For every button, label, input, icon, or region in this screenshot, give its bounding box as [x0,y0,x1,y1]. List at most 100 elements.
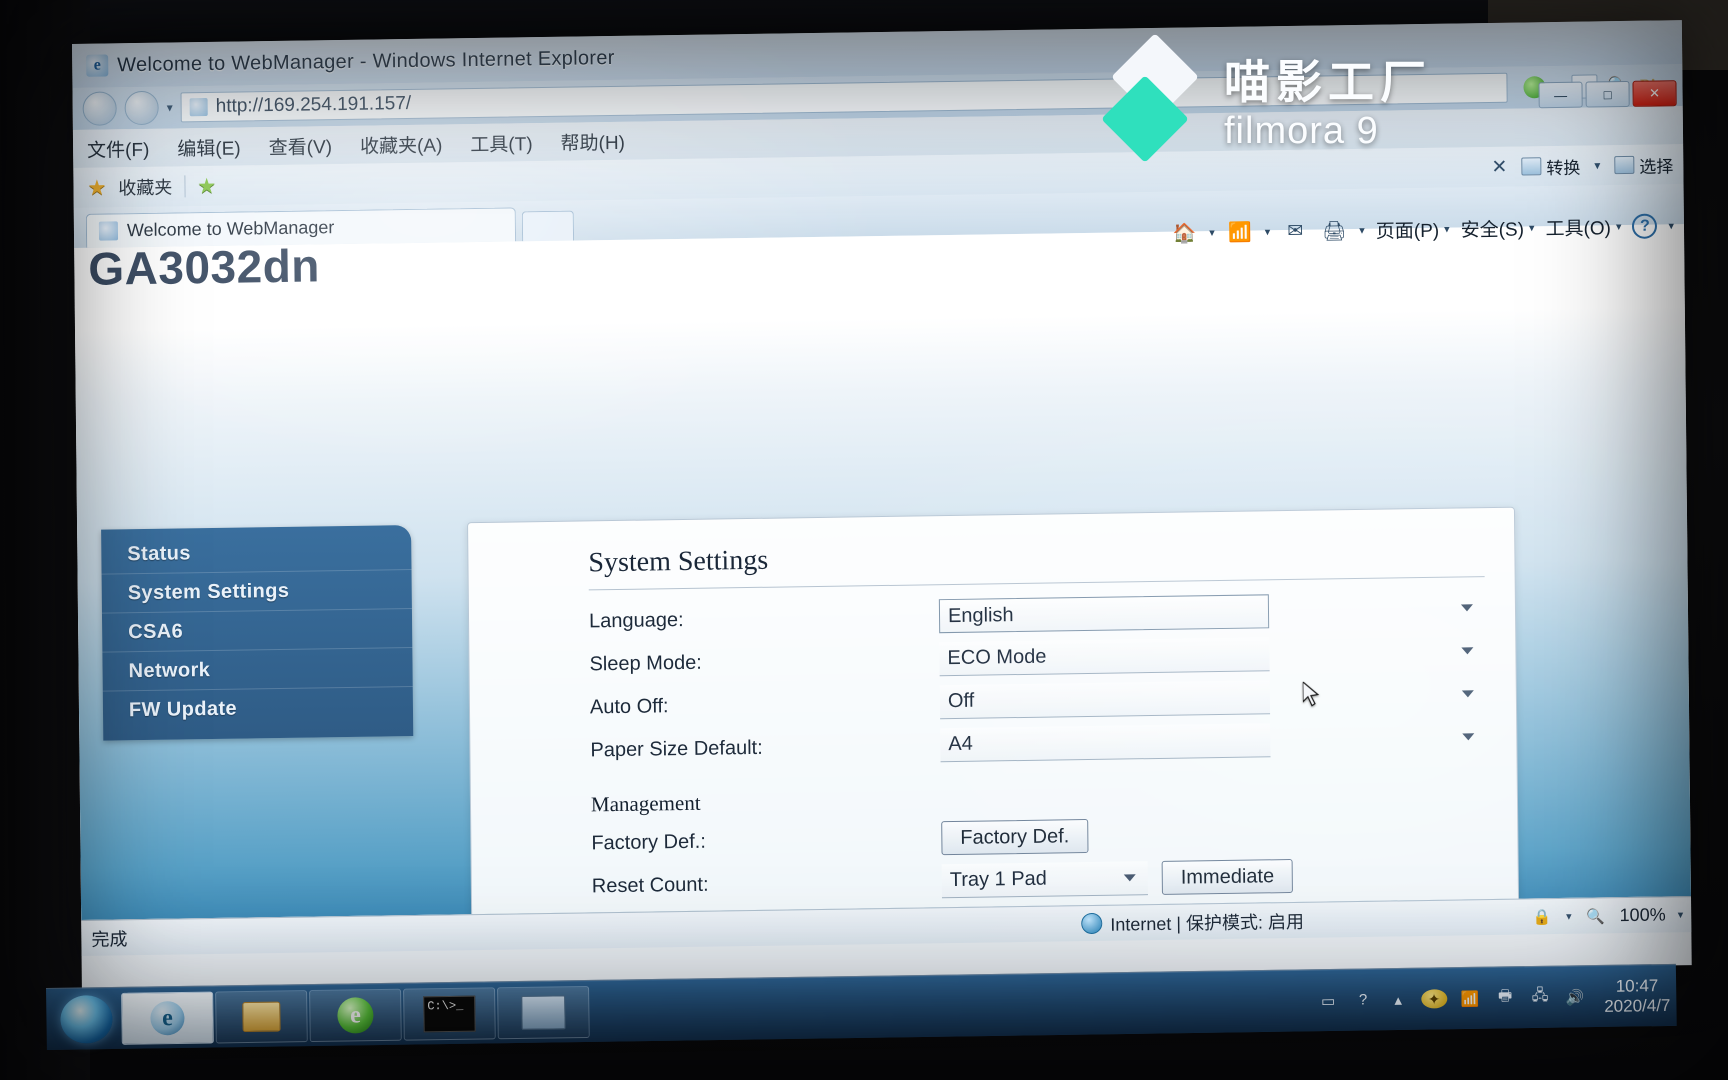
translate-button[interactable]: 转换 [1521,153,1580,179]
zoom-level: 100% [1619,904,1666,926]
print-icon[interactable]: 🖨 [1320,218,1348,244]
zoom-icon[interactable]: 🔍 [1584,906,1608,926]
star-icon[interactable]: ★ [87,175,106,200]
select-icon [1614,155,1635,175]
menu-file[interactable]: 文件(F) [87,134,150,162]
privacy-dropdown-icon[interactable]: ▾ [1566,910,1572,923]
taskbar-item-browser-green[interactable] [309,988,402,1042]
status-text: 完成 [91,928,128,950]
update-icon[interactable]: ✦ [1420,989,1448,1009]
select-button[interactable]: 选择 [1614,152,1673,178]
settings-panel: System Settings Language: English Sleep … [467,506,1520,920]
taskbar-item-internet-explorer[interactable] [121,991,214,1045]
command-page-menu[interactable]: 页面(P) ▾ [1376,216,1450,244]
select-label: 选择 [1639,156,1674,177]
paper-size-select[interactable]: A4 [940,723,1271,763]
sidebar-item-fw-update[interactable]: FW Update [103,687,413,731]
internet-explorer-icon [150,1000,185,1035]
rss-dropdown-icon[interactable]: ▾ [1265,225,1271,238]
close-button[interactable]: ✕ [1632,80,1677,107]
command-safety-menu[interactable]: 安全(S) ▾ [1460,214,1535,242]
rss-feeds-icon[interactable]: 📶 [1226,219,1254,245]
watermark: 喵影工厂 filmora 9 [1101,33,1432,163]
settings-form: Language: English Sleep Mode: ECO Mode A… [589,591,1490,920]
sidebar-item-csa6[interactable]: CSA6 [101,609,413,653]
mail-icon[interactable]: ✉ [1281,218,1309,244]
field-reset-count: Tray 1 Pad Immediate [941,856,1488,899]
auto-off-select[interactable]: Off [939,680,1271,720]
security-zone[interactable]: Internet | 保护模式: 启用 [1081,907,1304,936]
start-button[interactable] [60,994,113,1044]
new-tab-button[interactable] [521,210,575,242]
menu-edit[interactable]: 编辑(E) [177,133,241,161]
chevron-down-icon [1462,733,1475,741]
watermark-logo-icon [1101,33,1206,163]
minimize-button[interactable]: — [1538,81,1583,109]
menu-view[interactable]: 查看(V) [269,132,333,160]
label-factory-def: Factory Def.: [591,830,706,855]
zoom-dropdown-icon[interactable]: ▾ [1678,908,1684,921]
page-title: GA3032dn [88,239,321,295]
command-tools-menu[interactable]: 工具(O) ▾ [1545,213,1621,241]
panel-heading: System Settings [588,544,769,579]
sidebar-item-network[interactable]: Network [102,648,413,692]
sidebar-item-status[interactable]: Status [101,531,412,575]
factory-def-button[interactable]: Factory Def. [941,819,1089,856]
label-reset-count: Reset Count: [591,873,709,898]
console-icon: C:\>_ [423,995,476,1032]
field-language: English [938,591,1485,634]
immediate-button[interactable]: Immediate [1161,858,1294,895]
command-safety-label: 安全(S) [1460,219,1525,242]
back-button[interactable] [82,91,117,126]
page-dropdown-icon: ▾ [1444,223,1450,236]
help-dropdown-icon[interactable]: ▾ [1668,219,1674,232]
panel-divider [588,576,1485,591]
clock[interactable]: 10:47 2020/4/7 [1598,976,1671,1016]
translate-dropdown-icon[interactable]: ▾ [1594,158,1600,172]
page-icon [189,97,208,117]
label-language: Language: [588,608,684,633]
home-dropdown-icon[interactable]: ▾ [1209,226,1215,239]
close-toolbar-icon[interactable]: ✕ [1491,155,1507,178]
label-auto-off: Auto Off: [589,695,669,719]
history-dropdown-icon[interactable]: ▾ [167,101,173,115]
sidebar-nav: Status System Settings CSA6 Network FW U… [101,525,414,741]
menu-favorites[interactable]: 收藏夹(A) [360,130,443,158]
security-zone-label: Internet | 保护模式: 启用 [1110,911,1305,935]
menu-tools[interactable]: 工具(T) [470,129,533,157]
tab-label: Welcome to WebManager [126,217,335,241]
status-bar-right: 🔒 ▾ 🔍 100% ▾ [1530,904,1684,927]
print-dropdown-icon[interactable]: ▾ [1359,224,1365,237]
taskbar-item-command-prompt[interactable]: C:\>_ [403,986,496,1041]
action-center-icon[interactable]: ? [1351,989,1375,1011]
network-icon[interactable]: 🖧 [1528,986,1552,1008]
sidebar-item-system-settings[interactable]: System Settings [101,570,412,614]
taskbar-item-explorer[interactable] [215,989,308,1043]
favorites-label[interactable]: 收藏夹 [118,174,172,201]
language-select[interactable]: English [938,594,1270,634]
internet-explorer-icon [86,54,109,77]
forward-button[interactable] [124,90,159,126]
favorites-bar-right: ✕ 转换 ▾ 选择 [1491,152,1673,180]
network-disconnected-icon[interactable]: 📶 [1458,987,1482,1009]
show-desktop-icon[interactable]: ▭ [1316,989,1340,1011]
browser-icon [337,996,374,1034]
tray-expand-icon[interactable]: ▴ [1386,988,1410,1010]
privacy-icon[interactable]: 🔒 [1530,907,1554,927]
chevron-down-icon [1461,690,1474,698]
volume-icon[interactable]: 🔊 [1563,986,1587,1008]
window-controls[interactable]: — □ ✕ [1538,80,1677,109]
taskbar-item-utility[interactable] [497,985,590,1039]
chevron-down-icon [1123,874,1136,882]
maximize-button[interactable]: □ [1585,80,1630,108]
menu-help[interactable]: 帮助(H) [560,127,625,155]
heading-management: Management [590,790,701,817]
printer-icon[interactable]: 🖶 [1493,987,1517,1009]
reset-count-select[interactable]: Tray 1 Pad [941,861,1148,899]
home-icon[interactable]: 🏠 [1170,220,1198,246]
chevron-down-icon [1460,604,1474,612]
help-icon[interactable]: ? [1632,213,1658,239]
add-favorite-icon[interactable]: ★ [197,173,216,198]
command-tools-label: 工具(O) [1545,218,1612,241]
sleep-mode-select[interactable]: ECO Mode [939,637,1270,677]
